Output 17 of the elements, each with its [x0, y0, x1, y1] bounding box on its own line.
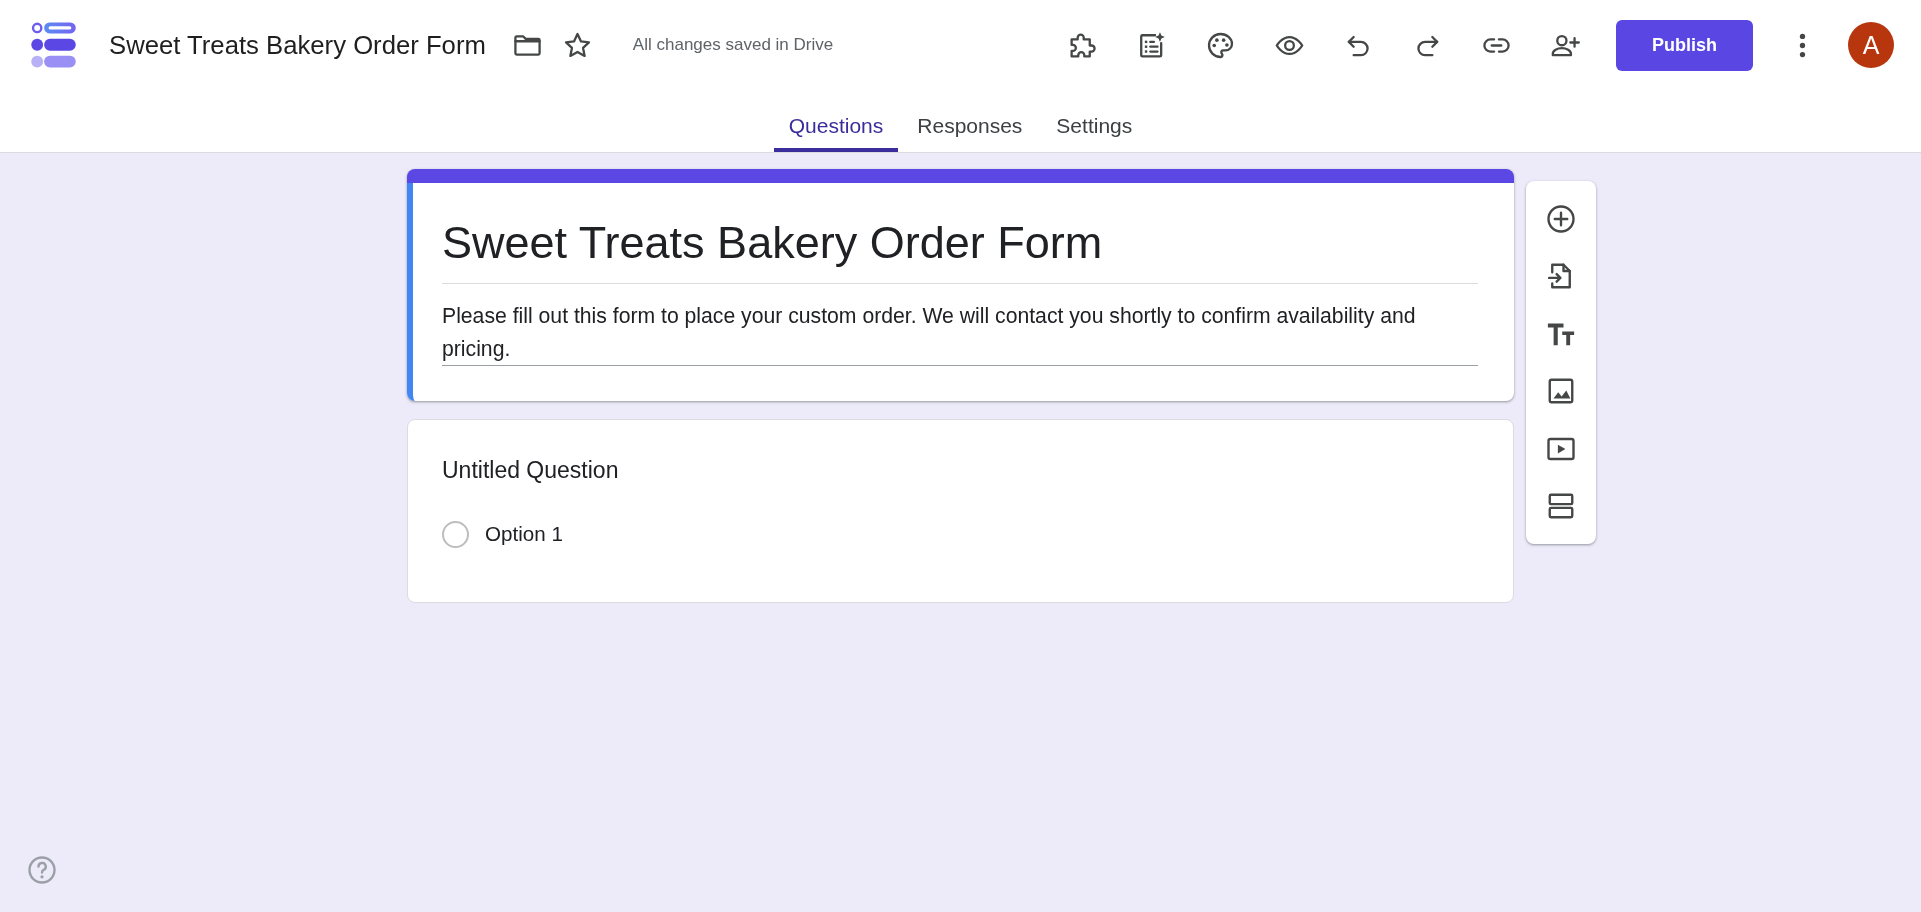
list-sparkle-icon[interactable]	[1137, 30, 1166, 60]
add-circle-icon[interactable]	[1546, 204, 1576, 234]
star-icon[interactable]	[562, 30, 592, 60]
form-title-field[interactable]: Sweet Treats Bakery Order Form	[442, 219, 1478, 284]
publish-button[interactable]: Publish	[1616, 19, 1753, 71]
form-description-field[interactable]: Please fill out this form to place your custom order. We will contact you shortly to confirm availability and pricing.	[442, 299, 1478, 366]
palette-icon[interactable]	[1206, 30, 1235, 60]
tab[interactable]: Questions	[773, 90, 899, 152]
document-title[interactable]: Sweet Treats Bakery Order Form	[109, 30, 486, 60]
save-status-text: All changes saved in Drive	[632, 35, 834, 55]
tab[interactable]: Settings	[1041, 90, 1148, 152]
account-avatar[interactable]: A	[1848, 22, 1894, 68]
radio-button[interactable]	[442, 520, 469, 548]
option-label: Option 1	[485, 522, 563, 546]
tab[interactable]: Responses	[902, 90, 1038, 152]
forms-logo-icon	[31, 22, 77, 68]
question-title: Untitled Question	[442, 456, 620, 484]
